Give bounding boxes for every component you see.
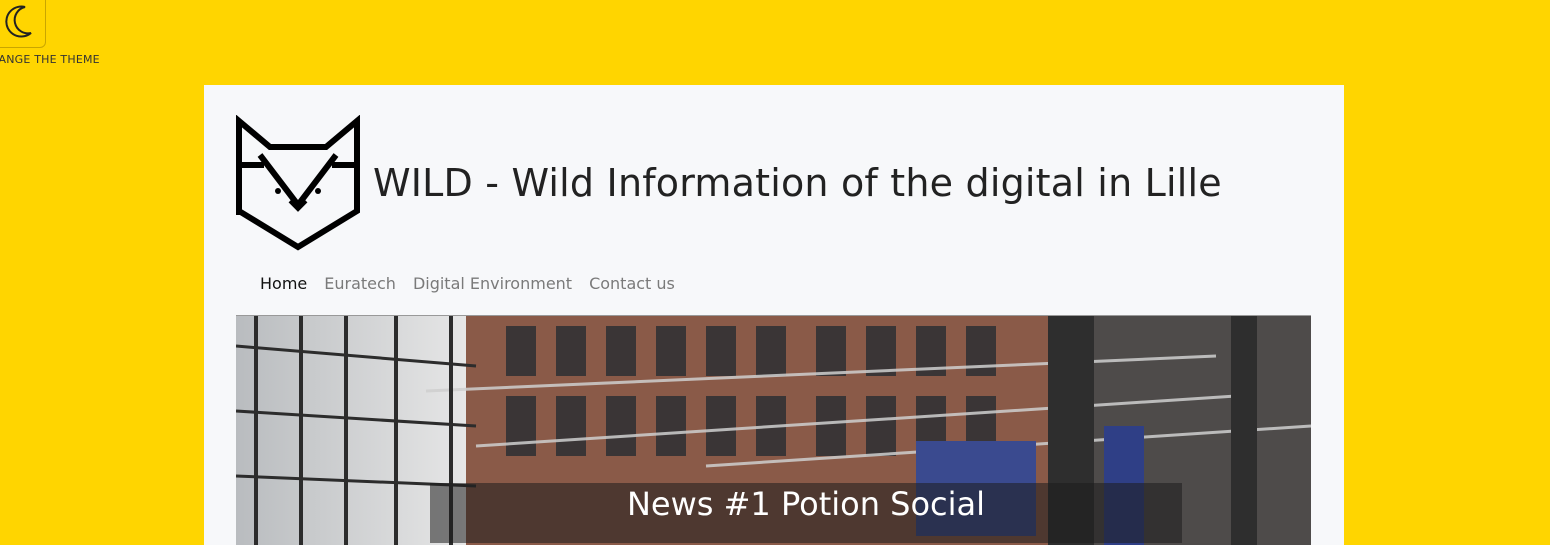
- site-title: WILD - Wild Information of the digital i…: [373, 161, 1222, 205]
- nav-item-contact-us[interactable]: Contact us: [589, 274, 675, 293]
- main-card: WILD - Wild Information of the digital i…: [204, 85, 1344, 545]
- nav-item-digital-environment[interactable]: Digital Environment: [413, 274, 572, 293]
- nav-item-home[interactable]: Home: [260, 274, 307, 293]
- slide-caption: News #1 Potion Social: [430, 483, 1182, 543]
- brand: WILD - Wild Information of the digital i…: [236, 115, 1222, 251]
- theme-toggle-label: HANGE THE THEME: [0, 53, 100, 66]
- theme-toggle-button[interactable]: [0, 0, 46, 48]
- carousel-slide[interactable]: News #1 Potion Social: [236, 315, 1311, 545]
- main-nav: Home Euratech Digital Environment Contac…: [260, 274, 675, 293]
- nav-item-euratech[interactable]: Euratech: [324, 274, 396, 293]
- fox-icon[interactable]: [236, 115, 363, 251]
- moon-icon: [1, 3, 35, 41]
